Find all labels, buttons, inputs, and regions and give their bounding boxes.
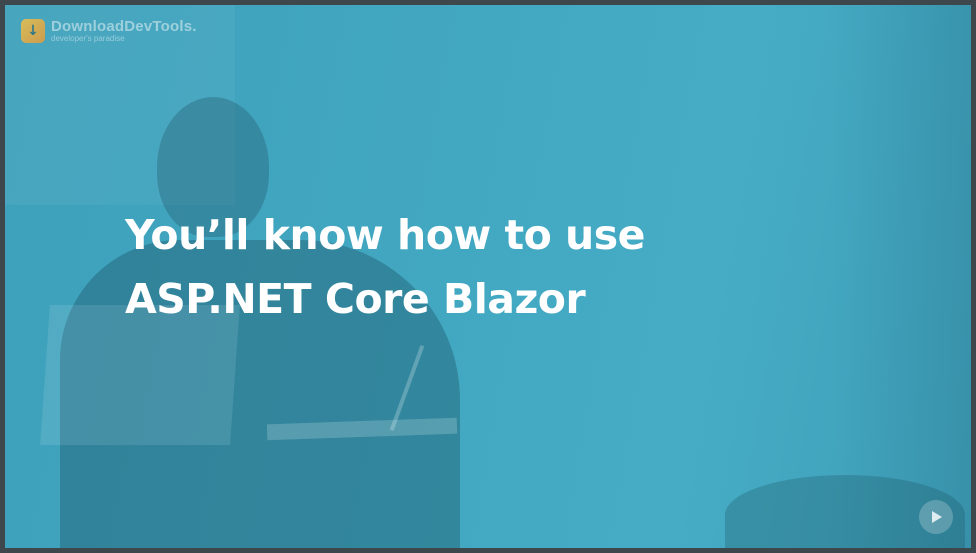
slide-headline: You’ll know how to use ASP.NET Core Blaz… [125,203,645,331]
download-logo-icon: ↓ [21,19,45,43]
watermark-name: DownloadDevTools. [51,18,197,35]
headline-line-2: ASP.NET Core Blazor [125,275,586,323]
background-wall [831,5,971,548]
watermark-logo: ↓ DownloadDevTools. developer's paradise [21,19,197,43]
play-logo-icon [919,500,953,534]
headline-line-1: You’ll know how to use [125,211,645,259]
watermark-text: DownloadDevTools. developer's paradise [51,19,197,43]
watermark-tagline: developer's paradise [51,34,125,43]
video-frame: ↓ DownloadDevTools. developer's paradise… [0,0,976,553]
video-player[interactable]: ↓ DownloadDevTools. developer's paradise… [5,5,971,548]
